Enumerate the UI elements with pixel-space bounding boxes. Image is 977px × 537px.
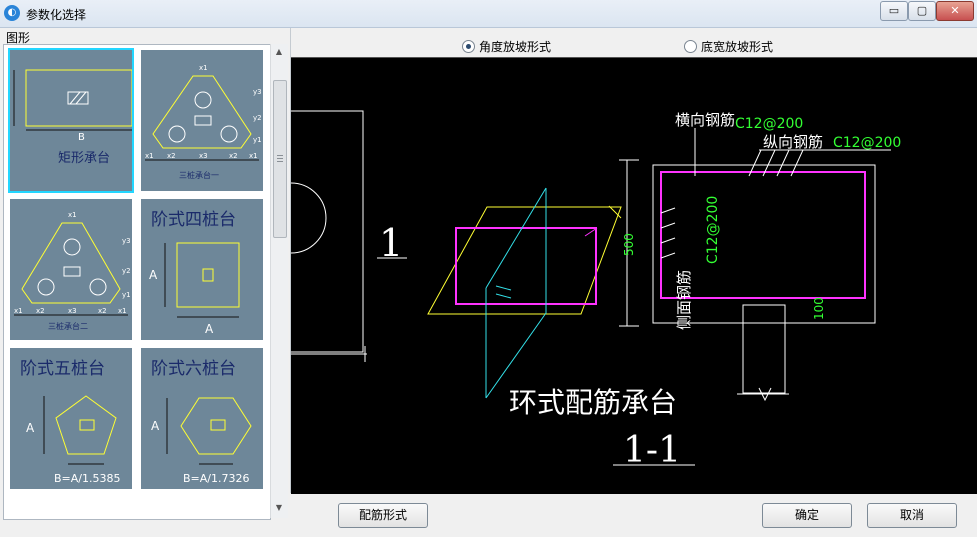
thumb-3p1-dim-y2: y2 — [253, 114, 262, 122]
dim-100: 100 — [812, 297, 826, 320]
thumb-3p1-dim-y1: y1 — [253, 136, 262, 144]
rebar-l-label: 纵向钢筋 — [763, 133, 823, 151]
option-angle-label: 角度放坡形式 — [479, 40, 552, 54]
thumb-4p-dim-a-side: A — [149, 268, 158, 282]
thumb-3p2-dim-y1: y1 — [122, 291, 131, 299]
radio-angle[interactable] — [462, 40, 475, 53]
preview-canvas: 1 500 100 横向钢筋 C12@200 纵向钢筋 C12@200 侧面钢筋… — [290, 57, 977, 494]
thumb-step-six-pile[interactable]: 阶式六桩台 A B=A/1.7326 — [141, 348, 263, 489]
thumb-step-five-pile[interactable]: 阶式五桩台 A B=A/1.5385 — [10, 348, 132, 489]
thumb-3p1-dim-x2a: x2 — [167, 152, 176, 160]
scroll-up-icon[interactable]: ▲ — [273, 46, 285, 58]
rebar-l-spec: C12@200 — [833, 135, 901, 151]
dim-500: 500 — [622, 233, 636, 256]
thumb-3p1-dim-x2b: x2 — [229, 152, 238, 160]
thumb-rect-cap[interactable]: B 矩形承台 — [8, 48, 134, 193]
thumb-6p-formula: B=A/1.7326 — [183, 472, 249, 485]
thumb-3p2-dim-x1b: x1 — [118, 307, 127, 315]
rebar-h-spec: C12@200 — [735, 116, 803, 132]
thumb-5p-formula: B=A/1.5385 — [54, 472, 120, 485]
radio-width[interactable] — [684, 40, 697, 53]
title-bar: ◐ 参数化选择 ▭ ▢ ✕ — [0, 0, 977, 28]
thumb-rect-title: 矩形承台 — [58, 151, 110, 166]
thumb-step-four-pile[interactable]: 阶式四桩台 A A — [141, 199, 263, 340]
rebar-h-label: 横向钢筋 — [675, 111, 735, 129]
thumb-rect-dim-b: B — [78, 132, 85, 143]
close-button[interactable]: ✕ — [936, 1, 974, 21]
thumb-3p2-top-dim: x1 — [68, 211, 77, 219]
rebar-s-label: 侧面钢筋 — [675, 270, 693, 330]
thumb-3p2-dim-x2a: x2 — [36, 307, 45, 315]
thumb-6p-title: 阶式六桩台 — [151, 359, 236, 379]
minimize-button[interactable]: ▭ — [880, 1, 908, 21]
thumb-three-pile-2[interactable]: x1 x1 x2 x3 x2 x1 y3 y2 y1 三桩承台二 — [10, 199, 132, 340]
thumb-3p2-dim-x3: x3 — [68, 307, 77, 315]
thumb-3p1-dim-x3: x3 — [199, 152, 208, 160]
thumb-3p2-title: 三桩承台二 — [48, 321, 88, 331]
app-icon: ◐ — [4, 5, 20, 21]
drawing-svg: 1 500 100 横向钢筋 C12@200 纵向钢筋 C12@200 侧面钢筋… — [290, 110, 901, 471]
rebar-form-button[interactable]: 配筋形式 — [338, 503, 428, 528]
scroll-grip — [277, 161, 283, 162]
rebar-s-spec: C12@200 — [705, 196, 721, 264]
option-angle[interactable]: 角度放坡形式 — [462, 38, 551, 55]
scroll-grip — [277, 158, 283, 159]
thumb-6p-dim-a: A — [151, 419, 160, 433]
scroll-grip — [277, 155, 283, 156]
thumb-5p-dim-a: A — [26, 421, 35, 435]
thumb-5p-title: 阶式五桩台 — [20, 359, 105, 379]
scroll-down-icon[interactable]: ▼ — [273, 502, 285, 514]
window-title: 参数化选择 — [26, 8, 87, 22]
option-width[interactable]: 底宽放坡形式 — [684, 38, 773, 55]
thumb-3p1-dim-x1b: x1 — [249, 152, 258, 160]
option-width-label: 底宽放坡形式 — [701, 40, 774, 54]
thumb-3p1-title: 三桩承台一 — [179, 170, 219, 180]
thumb-3p1-top-dim: x1 — [199, 64, 208, 72]
label-1: 1 — [379, 221, 403, 265]
thumb-3p2-dim-x2b: x2 — [98, 307, 107, 315]
thumb-three-pile-1[interactable]: x1 x1 x2 x3 x2 x1 y3 y2 y1 三桩承台一 — [141, 50, 263, 191]
thumb-4p-title: 阶式四桩台 — [151, 210, 236, 230]
thumb-4p-dim-a-bottom: A — [205, 322, 214, 336]
ok-button[interactable]: 确定 — [762, 503, 852, 528]
thumb-3p1-dim-y3: y3 — [253, 88, 262, 96]
thumb-3p2-dim-x1a: x1 — [14, 307, 23, 315]
shape-panel: 图形 B 矩形承台 x1 x1 x2 x3 x2 x1 y3 y2 y1 三桩承… — [0, 28, 290, 520]
thumb-3p2-dim-y2: y2 — [122, 267, 131, 275]
shape-gallery: B 矩形承台 x1 x1 x2 x3 x2 x1 y3 y2 y1 三桩承台一 … — [3, 44, 271, 520]
drawing-heading: 环式配筋承台 — [509, 386, 677, 419]
cancel-button[interactable]: 取消 — [867, 503, 957, 528]
thumb-3p1-dim-x1a: x1 — [145, 152, 154, 160]
thumb-3p2-dim-y3: y3 — [122, 237, 131, 245]
gallery-scrollbar[interactable]: ▲ ▼ — [270, 44, 288, 518]
scroll-thumb[interactable] — [273, 80, 287, 238]
restore-button[interactable]: ▢ — [908, 1, 936, 21]
